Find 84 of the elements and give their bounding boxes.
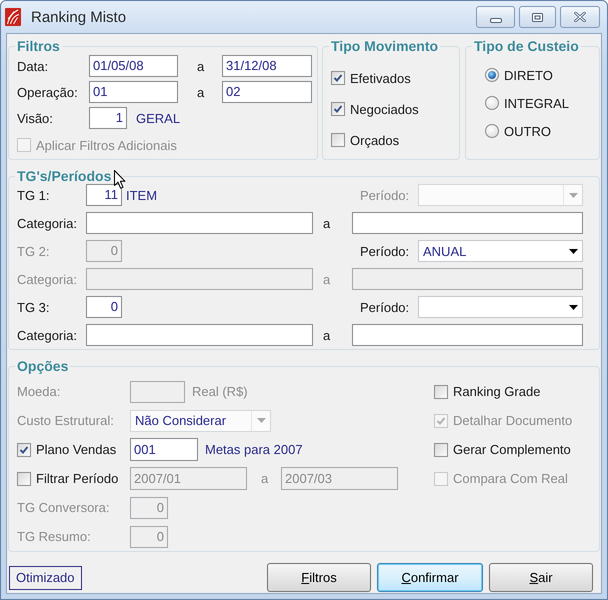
field-label: Custo Estrutural: bbox=[17, 413, 115, 428]
field-label: Categoria: bbox=[17, 272, 78, 286]
group-title: TG's/Períodos bbox=[15, 168, 114, 184]
caret-icon bbox=[568, 304, 578, 310]
dialog-button[interactable]: Sair bbox=[489, 563, 593, 592]
field-label: Moeda: bbox=[17, 384, 62, 399]
description-text: Metas para 2007 bbox=[205, 442, 303, 457]
close-button[interactable] bbox=[560, 6, 600, 28]
description-text: ITEM bbox=[126, 188, 158, 202]
field-label: Operação: bbox=[17, 84, 79, 100]
radio-button[interactable] bbox=[485, 96, 499, 110]
input-field[interactable] bbox=[352, 212, 583, 234]
field-label: Período: bbox=[359, 244, 410, 258]
caret-icon bbox=[256, 418, 266, 423]
input-field[interactable] bbox=[352, 324, 583, 346]
field-label: Categoria: bbox=[17, 216, 78, 230]
range-separator: a bbox=[196, 58, 206, 74]
field-label: TG Resumo: bbox=[17, 529, 92, 544]
minimize-button[interactable] bbox=[476, 6, 515, 28]
caret-icon bbox=[568, 248, 578, 254]
group-title: Tipo de Custeio bbox=[473, 38, 580, 54]
input-field[interactable]: 01/05/08 bbox=[89, 55, 178, 77]
close-icon bbox=[574, 12, 586, 22]
checkbox-label[interactable]: Ranking Grade bbox=[453, 384, 540, 399]
input-field[interactable]: 02 bbox=[222, 81, 312, 103]
mode-indicator: Otimizado bbox=[9, 566, 82, 590]
dialog-button[interactable]: Confirmar bbox=[377, 563, 483, 592]
group-title: Tipo Movimento bbox=[330, 38, 440, 54]
range-separator: a bbox=[322, 328, 332, 342]
checkbox-label[interactable]: Negociados bbox=[350, 102, 419, 116]
check-icon bbox=[19, 444, 29, 454]
maximize-button[interactable] bbox=[519, 6, 556, 28]
field-label: TG 2: bbox=[17, 244, 51, 258]
field-label: TG Conversora: bbox=[17, 500, 110, 515]
field-label: Data: bbox=[17, 58, 50, 74]
range-separator: a bbox=[322, 216, 332, 230]
range-separator: a bbox=[260, 471, 270, 486]
checkbox[interactable] bbox=[434, 442, 448, 456]
checkbox-label[interactable]: Orçados bbox=[350, 132, 400, 148]
group-title: Filtros bbox=[16, 38, 61, 54]
currency-text: Real (R$) bbox=[192, 384, 248, 399]
input-field[interactable] bbox=[86, 324, 313, 346]
field-label: Período: bbox=[359, 300, 410, 314]
field-label: TG 3: bbox=[17, 300, 51, 314]
maximize-icon bbox=[532, 12, 543, 22]
description-text: GERAL bbox=[136, 110, 180, 126]
period-dropdown[interactable] bbox=[418, 296, 583, 318]
caret-icon bbox=[568, 192, 578, 198]
field-label: Visão: bbox=[17, 110, 54, 126]
checkbox-label[interactable]: Efetivados bbox=[350, 70, 411, 86]
checkbox-label[interactable]: Gerar Complemento bbox=[453, 442, 571, 457]
range-separator: a bbox=[196, 84, 206, 100]
checkbox[interactable] bbox=[17, 442, 31, 456]
field-label: Período: bbox=[359, 188, 410, 202]
input-field[interactable]: 01 bbox=[89, 81, 178, 103]
radio-dot-icon bbox=[488, 71, 496, 79]
radio-label[interactable]: OUTRO bbox=[504, 124, 551, 138]
checkbox[interactable] bbox=[331, 133, 345, 147]
input-field[interactable]: 31/12/08 bbox=[222, 55, 312, 77]
radio-label[interactable]: DIRETO bbox=[504, 68, 553, 82]
minimize-icon bbox=[490, 18, 502, 22]
app-icon bbox=[5, 8, 21, 26]
check-icon bbox=[436, 416, 446, 426]
checkbox-label[interactable]: Plano Vendas bbox=[36, 442, 116, 457]
window-title: Ranking Misto bbox=[31, 8, 126, 26]
field-label: TG 1: bbox=[17, 188, 51, 202]
input-field[interactable]: 1 bbox=[89, 107, 127, 129]
checkbox[interactable] bbox=[434, 384, 448, 398]
radio-button[interactable] bbox=[485, 124, 499, 138]
field-label: Categoria: bbox=[17, 328, 78, 342]
input-field[interactable]: 001 bbox=[130, 438, 198, 461]
input-field[interactable] bbox=[86, 212, 313, 234]
mouse-pointer-icon bbox=[114, 170, 126, 189]
range-separator: a bbox=[322, 272, 332, 286]
check-icon bbox=[333, 73, 343, 83]
dialog-button[interactable]: Filtros bbox=[267, 563, 371, 592]
checkbox[interactable] bbox=[331, 71, 345, 85]
group-title: Opções bbox=[16, 358, 70, 374]
checkbox[interactable] bbox=[331, 102, 345, 116]
radio-label[interactable]: INTEGRAL bbox=[504, 96, 570, 110]
input-field[interactable]: 0 bbox=[86, 296, 122, 318]
radio-button[interactable] bbox=[485, 68, 499, 82]
input-field[interactable]: 11 bbox=[86, 184, 122, 206]
check-icon bbox=[333, 104, 343, 114]
